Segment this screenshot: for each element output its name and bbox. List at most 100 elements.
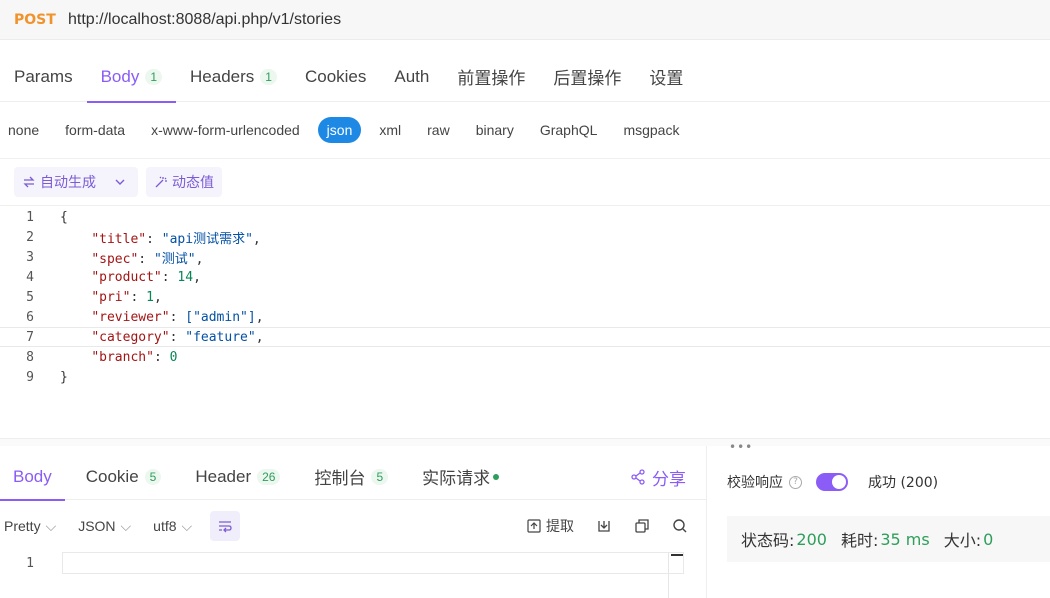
count-badge: 1 [260,68,277,85]
toggle-knob [832,475,846,489]
tab-params[interactable]: Params [0,52,87,102]
chevron-down-icon[interactable] [108,176,130,188]
json-key: "reviewer" [91,309,170,325]
tab-response-cookie[interactable]: Cookie 5 [73,454,175,500]
format-select-pretty[interactable]: Pretty ⌵ [4,518,56,535]
help-icon[interactable]: ? [789,475,802,489]
validate-toggle[interactable] [816,473,848,491]
tab-pre-operations[interactable]: 前置操作 [443,52,539,102]
validate-response-row: 校验响应 ? 成功 (200) [727,472,938,492]
size-label: 大小: [943,531,982,550]
download-button[interactable] [596,518,612,534]
body-type-raw[interactable]: raw [419,117,458,143]
punct: , [193,269,201,285]
tab-settings[interactable]: 设置 [635,52,697,102]
auto-generate-label: 自动生成 [40,175,96,191]
json-key: "title" [91,231,147,247]
count-badge: 1 [145,68,163,85]
line-number: 1 [26,209,34,225]
json-key: "product" [91,269,162,285]
tab-post-operations[interactable]: 后置操作 [539,52,635,102]
status-summary: 状态码: 200 耗时: 35 ms 大小: 0 [727,516,1050,562]
copy-button[interactable] [634,518,650,534]
panel-resize-divider[interactable] [0,438,1050,446]
tab-actual-request[interactable]: 实际请求 [409,454,512,500]
response-toolbar: Pretty ⌵ JSON ⌵ utf8 ⌵ 提取 [0,504,706,548]
word-wrap-button[interactable] [210,511,241,541]
http-method[interactable]: POST [14,12,58,28]
extract-button[interactable]: 提取 [526,516,574,536]
status-code-label: 状态码: [741,531,795,550]
tab-response-header[interactable]: Header 26 [182,454,293,500]
extract-label: 提取 [546,519,574,535]
json-value: "feature" [185,329,256,345]
body-type-form-data[interactable]: form-data [57,117,133,143]
tab-label: 后置操作 [553,69,622,88]
tab-body[interactable]: Body 1 [86,52,177,103]
format-select-json[interactable]: JSON ⌵ [78,518,131,535]
punct: , [153,289,162,305]
json-value: 1 [146,289,154,305]
body-type-json[interactable]: json [317,117,362,143]
line-number: 9 [26,369,34,385]
response-status-panel: 校验响应 ? 成功 (200) 状态码: 200 耗时: 35 ms 大小: 0 [707,446,1050,598]
chevron-down-icon: ⌵ [120,517,132,534]
tab-cookies[interactable]: Cookies [291,52,380,102]
line-number: 6 [26,309,34,325]
json-key: "branch" [91,349,154,365]
encoding-select[interactable]: utf8 ⌵ [153,518,192,535]
json-value: ["admin"] [185,309,256,325]
request-body-editor[interactable]: 1{ 2 "title": "api测试需求", 3 "spec": "测试",… [0,206,1050,438]
extract-icon [527,519,541,533]
json-value: 14 [177,269,194,285]
scrollbar[interactable] [668,552,684,598]
validation-result: 成功 (200) [868,475,939,491]
count-badge: 5 [144,468,162,485]
tab-headers[interactable]: Headers 1 [176,52,291,102]
magic-wand-icon [155,176,167,188]
punct: , [255,329,264,345]
tab-label: 前置操作 [457,69,526,88]
body-type-none[interactable]: none [0,117,47,143]
time-label: 耗时: [840,531,879,550]
body-type-binary[interactable]: binary [468,117,522,143]
line-number: 4 [26,269,34,285]
body-toolbar: 自动生成 动态值 [0,158,1050,206]
punct: , [252,231,261,247]
scroll-thumb[interactable] [671,554,683,556]
body-type-urlencoded[interactable]: x-www-form-urlencoded [143,117,308,143]
search-icon [673,519,687,533]
share-label: 分享 [652,469,686,490]
dynamic-value-button[interactable]: 动态值 [146,167,222,197]
json-value: "测试" [153,251,196,267]
request-tabs: Params Body 1 Headers 1 Cookies Auth 前置操作 … [0,52,1050,103]
url-input[interactable]: http://localhost:8088/api.php/v1/stories [68,11,341,29]
body-type-xml[interactable]: xml [371,117,409,143]
search-button[interactable] [672,518,688,534]
line-number: 8 [26,349,34,365]
share-button[interactable]: 分享 [630,454,686,500]
count-badge: 5 [371,468,389,485]
code-line: 6 "reviewer": ["admin"], [0,307,1050,327]
tab-label: Body [100,66,140,86]
code-line: 9} [0,367,1050,387]
line-number: 3 [26,249,34,265]
copy-icon [635,519,649,533]
select-value: utf8 [153,518,177,534]
body-type-selector: none form-data x-www-form-urlencoded jso… [0,110,1050,150]
response-body-viewer[interactable]: 1 [0,552,706,598]
code-line: 5 "pri": 1, [0,287,1050,307]
body-type-msgpack[interactable]: msgpack [615,117,687,143]
tab-label: 控制台 [314,469,366,488]
tab-response-body[interactable]: Body [0,454,65,501]
validate-label: 校验响应 [727,475,783,491]
body-type-graphql[interactable]: GraphQL [532,117,606,143]
tab-label: Cookies [304,66,367,86]
tab-label: Params [14,66,73,86]
select-value: Pretty [4,518,41,534]
auto-generate-button[interactable]: 自动生成 [14,167,138,197]
current-line-highlight [62,552,684,574]
tab-auth[interactable]: Auth [380,52,443,102]
tab-response-console[interactable]: 控制台 5 [301,454,401,500]
response-tabs: Body Cookie 5 Header 26 控制台 5 实际请求 分享 [0,454,706,501]
